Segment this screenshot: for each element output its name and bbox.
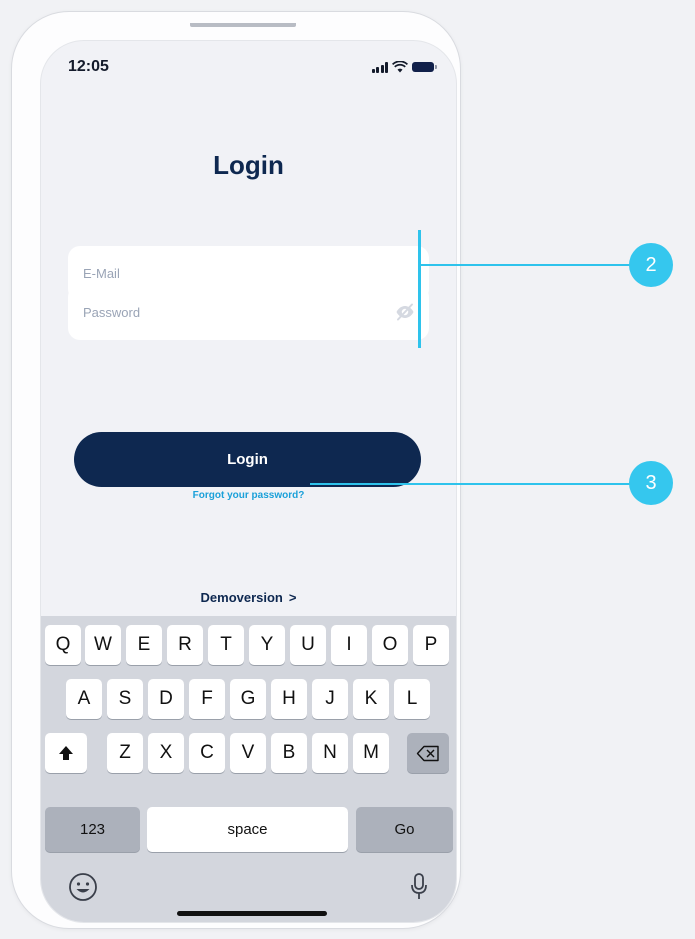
password-placeholder: Password [83,305,141,320]
key-v[interactable]: V [230,733,266,773]
key-k[interactable]: K [353,679,389,719]
chevron-right-icon: > [288,590,297,605]
password-field[interactable]: Password [68,285,429,340]
annotation-badge-2: 2 [629,243,673,287]
battery-icon [412,62,437,72]
key-y[interactable]: Y [249,625,285,665]
forgot-password-link[interactable]: Forgot your password? [41,490,456,501]
status-time: 12:05 [68,58,109,75]
demo-version-label: Demoversion [200,590,283,605]
key-i[interactable]: I [331,625,367,665]
demo-version-link[interactable]: Demoversion > [41,590,456,605]
key-p[interactable]: P [413,625,449,665]
delete-key[interactable] [407,733,449,773]
signal-icon [371,61,388,73]
key-d[interactable]: D [148,679,184,719]
key-j[interactable]: J [312,679,348,719]
key-f[interactable]: F [189,679,225,719]
key-g[interactable]: G [230,679,266,719]
key-z[interactable]: Z [107,733,143,773]
key-a[interactable]: A [66,679,102,719]
login-button[interactable]: Login [74,432,421,487]
shift-key[interactable] [45,733,87,773]
annotation-badge-3: 3 [629,461,673,505]
keyboard: Q W E R T Y U I O P A S D F G H J K L Z … [41,616,456,922]
annotation-bracket [418,230,421,348]
numbers-key[interactable]: 123 [45,807,140,852]
key-h[interactable]: H [271,679,307,719]
backspace-icon [416,745,439,761]
page-title: Login [213,150,284,180]
key-c[interactable]: C [189,733,225,773]
emoji-icon[interactable] [68,872,98,902]
annotation-line-2 [418,264,638,266]
key-w[interactable]: W [85,625,121,665]
key-l[interactable]: L [394,679,430,719]
status-icons [371,61,437,73]
phone-notch [190,23,296,27]
eye-off-icon[interactable] [395,303,415,321]
key-q[interactable]: Q [45,625,81,665]
key-m[interactable]: M [353,733,389,773]
app-screen: 12:05 Login E-Mail Password Login Forgot… [40,40,457,923]
email-placeholder: E-Mail [83,266,120,281]
key-e[interactable]: E [126,625,162,665]
key-t[interactable]: T [208,625,244,665]
space-key[interactable]: space [147,807,348,852]
key-r[interactable]: R [167,625,203,665]
phone-frame: 12:05 Login E-Mail Password Login Forgot… [11,11,461,929]
shift-icon [59,746,73,760]
go-key[interactable]: Go [356,807,453,852]
annotation-line-3 [310,483,638,485]
key-x[interactable]: X [148,733,184,773]
key-s[interactable]: S [107,679,143,719]
wifi-icon [392,61,408,73]
key-u[interactable]: U [290,625,326,665]
key-o[interactable]: O [372,625,408,665]
microphone-icon[interactable] [410,872,428,902]
key-b[interactable]: B [271,733,307,773]
home-indicator[interactable] [177,911,327,916]
key-n[interactable]: N [312,733,348,773]
